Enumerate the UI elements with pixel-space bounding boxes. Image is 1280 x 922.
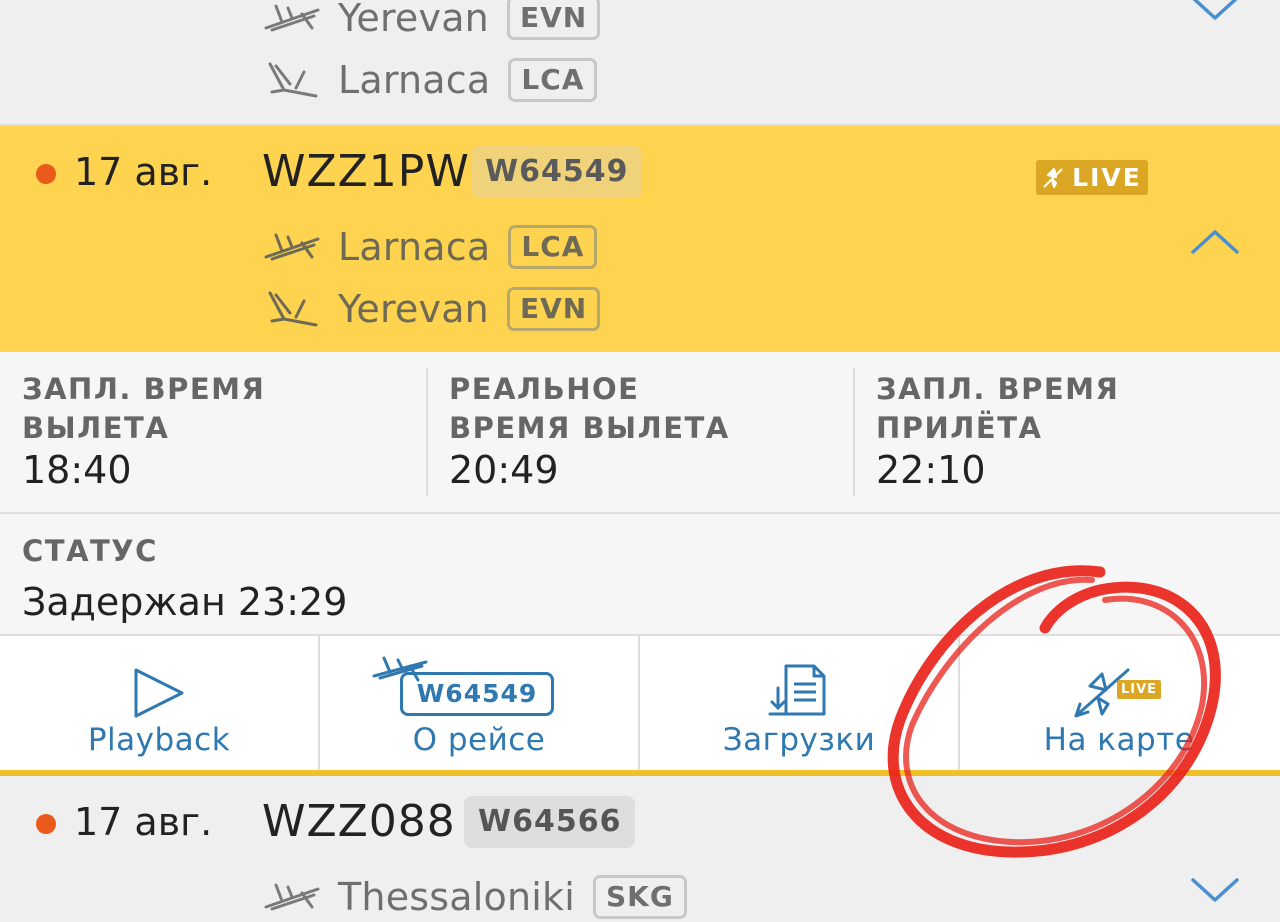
callsign: WZZ1PW (262, 146, 470, 197)
status-value: Задержан 23:29 (22, 580, 348, 624)
origin-iata: SKG (592, 875, 687, 919)
destination-city: Larnaca (338, 58, 491, 102)
downloads-button[interactable]: Загрузки (640, 636, 958, 770)
live-label: LIVE (1072, 163, 1142, 192)
downloads-label: Загрузки (722, 722, 876, 758)
actual-departure: РЕАЛЬНОЕ ВРЕМЯ ВЫЛЕТА 20:49 (449, 352, 849, 512)
scheduled-arrival: ЗАПЛ. ВРЕМЯ ПРИЛЁТА 22:10 (876, 352, 1276, 512)
on-map-live-badge: LIVE (1117, 680, 1161, 699)
download-document-icon (768, 664, 826, 716)
chevron-up-icon[interactable] (1190, 226, 1240, 256)
flight-row-previous[interactable]: Yerevan EVN Larnaca LCA (0, 0, 1280, 126)
actual-dep-value: 20:49 (449, 448, 559, 492)
plane-icon (1043, 167, 1063, 188)
flight-status: СТАТУС Задержан 23:29 (0, 514, 1280, 636)
status-label: СТАТУС (22, 534, 158, 568)
route-destination: Yerevan EVN (262, 284, 601, 334)
actual-dep-label: РЕАЛЬНОЕ ВРЕМЯ ВЫЛЕТА (449, 372, 730, 445)
status-dot (36, 164, 56, 184)
scheduled-departure: ЗАПЛ. ВРЕМЯ ВЫЛЕТА 18:40 (22, 352, 422, 512)
sched-dep-value: 18:40 (22, 448, 132, 492)
flight-number-badge: W64566 (464, 796, 636, 848)
destination-city: Yerevan (338, 287, 489, 331)
about-flight-button[interactable]: W64549 О рейсе (320, 636, 638, 770)
chevron-down-icon[interactable] (1190, 0, 1240, 24)
origin-city: Yerevan (338, 0, 489, 40)
sched-arr-label: ЗАПЛ. ВРЕМЯ ПРИЛЁТА (876, 372, 1120, 445)
landing-icon (262, 289, 322, 329)
sched-arr-value: 22:10 (876, 448, 986, 492)
route-origin: Thessaloniki SKG (262, 872, 687, 922)
origin-city: Thessaloniki (338, 875, 575, 919)
route-origin: Yerevan EVN (262, 0, 601, 43)
play-icon (134, 668, 184, 718)
live-badge: LIVE (1036, 160, 1148, 195)
flight-row-next[interactable]: 17 авг. WZZ088 W64566 Thessaloniki SKG (0, 776, 1280, 919)
callsign: WZZ088 (262, 796, 456, 847)
flight-date: 17 авг. (74, 800, 213, 844)
playback-button[interactable]: Playback (0, 636, 318, 770)
origin-iata: LCA (508, 225, 598, 269)
destination-iata: EVN (506, 287, 601, 331)
route-origin: Larnaca LCA (262, 222, 598, 272)
flight-number-badge: W64549 (471, 146, 643, 198)
landing-icon (262, 60, 322, 100)
about-flight-label: О рейсе (412, 722, 546, 758)
sched-dep-label: ЗАПЛ. ВРЕМЯ ВЫЛЕТА (22, 372, 266, 445)
about-flight-number-badge: W64549 (400, 672, 554, 716)
takeoff-icon (262, 877, 322, 917)
flight-date: 17 авг. (74, 150, 213, 194)
on-map-button[interactable]: На карте (960, 636, 1278, 770)
on-map-label: На карте (1043, 722, 1195, 758)
divider (853, 368, 855, 496)
flight-times: ЗАПЛ. ВРЕМЯ ВЫЛЕТА 18:40 РЕАЛЬНОЕ ВРЕМЯ … (0, 352, 1280, 514)
route-destination: Larnaca LCA (262, 55, 598, 105)
status-dot (36, 814, 56, 834)
playback-label: Playback (87, 722, 231, 758)
action-bar: Playback W64549 О рейсе Загрузки На карт… (0, 636, 1280, 776)
takeoff-icon (262, 0, 322, 38)
chevron-down-icon[interactable] (1190, 876, 1240, 906)
origin-iata: EVN (506, 0, 601, 40)
destination-iata: LCA (508, 58, 598, 102)
takeoff-icon (262, 227, 322, 267)
divider (426, 368, 428, 496)
origin-city: Larnaca (338, 225, 491, 269)
